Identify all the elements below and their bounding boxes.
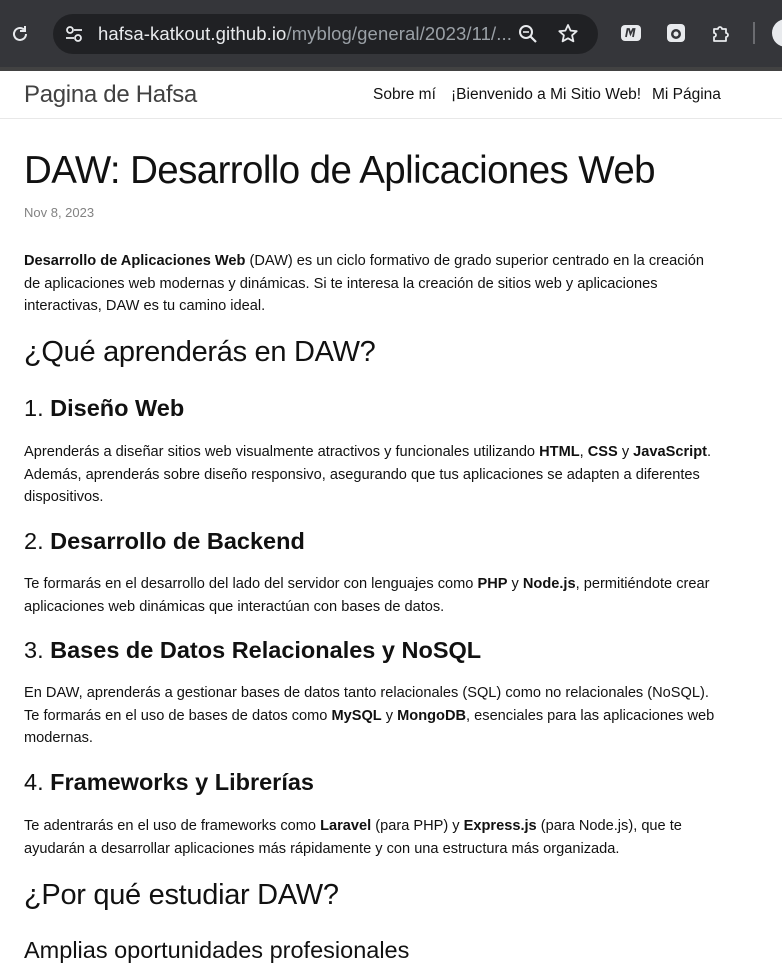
text: Te formarás en el desarrollo del lado de… — [24, 576, 478, 592]
section-number: 3. — [24, 637, 51, 663]
section-heading-2: 2. Desarrollo de Backend — [24, 528, 305, 555]
nav-link-mi-pagina[interactable]: Mi Página — [652, 86, 721, 104]
extension-camera-icon[interactable] — [664, 21, 688, 45]
post-date: Nov 8, 2023 — [24, 205, 95, 220]
nav-link-sobre-mi[interactable]: Sobre mí — [373, 86, 436, 104]
bold-expressjs: Express.js — [463, 818, 537, 834]
site-title-link[interactable]: Pagina de Hafsa — [24, 81, 197, 109]
section-title: Frameworks y Librerías — [50, 769, 314, 795]
browser-toolbar: hafsa-katkout.github.io/myblog/general/2… — [0, 0, 782, 67]
text: (para PHP) y — [371, 818, 464, 834]
bold-laravel: Laravel — [320, 818, 372, 834]
section-paragraph-4: Te adentrarás en el uso de frameworks co… — [24, 815, 724, 860]
intro-bold: Desarrollo de Aplicaciones Web — [24, 253, 246, 269]
bold-php: PHP — [477, 576, 508, 592]
section-title: Desarrollo de Backend — [50, 528, 305, 554]
bold-javascript: JavaScript — [633, 444, 707, 460]
extension-m-icon[interactable] — [619, 21, 643, 45]
extensions-puzzle-icon[interactable] — [709, 21, 733, 45]
section-heading-4: 4. Frameworks y Librerías — [24, 769, 314, 796]
bold-html: HTML — [539, 444, 580, 460]
zoom-icon[interactable] — [517, 23, 539, 45]
text: , — [579, 444, 588, 460]
toolbar-divider — [753, 22, 755, 44]
section-paragraph-1: Aprenderás a diseñar sitios web visualme… — [24, 441, 724, 509]
text: y — [381, 707, 398, 724]
bold-mongodb: MongoDB — [397, 707, 467, 724]
address-bar[interactable]: hafsa-katkout.github.io/myblog/general/2… — [53, 14, 598, 54]
heading-oportunidades: Amplias oportunidades profesionales — [24, 937, 410, 963]
section-heading-1: 1. Diseño Web — [24, 395, 184, 422]
bold-css: CSS — [587, 444, 618, 460]
bold-mysql: MySQL — [331, 707, 382, 724]
section-number: 2. — [24, 528, 51, 554]
section-title: Diseño Web — [50, 395, 185, 421]
post-title: DAW: Desarrollo de Aplicaciones Web — [24, 149, 656, 192]
text: Te adentrarás en el uso de frameworks co… — [24, 818, 321, 834]
bold-nodejs: Node.js — [522, 576, 576, 592]
intro-paragraph: Desarrollo de Aplicaciones Web (DAW) es … — [24, 250, 724, 318]
url-path: /myblog/general/2023/11/... — [286, 23, 512, 44]
heading-que-aprenderas: ¿Qué aprenderás en DAW? — [24, 336, 376, 368]
profile-avatar[interactable] — [772, 19, 782, 47]
reload-icon[interactable] — [9, 23, 31, 45]
section-title: Bases de Datos Relacionales y NoSQL — [50, 637, 482, 663]
url-host: hafsa-katkout.github.io — [98, 23, 287, 44]
bookmark-star-icon[interactable] — [556, 22, 580, 46]
nav-link-bienvenido[interactable]: ¡Bienvenido a Mi Sitio Web! — [451, 86, 641, 104]
section-paragraph-3: En DAW, aprenderás a gestionar bases de … — [24, 682, 724, 750]
section-number: 4. — [24, 769, 51, 795]
text: y — [507, 576, 523, 592]
url-text[interactable]: hafsa-katkout.github.io/myblog/general/2… — [98, 23, 512, 45]
section-heading-3: 3. Bases de Datos Relacionales y NoSQL — [24, 637, 481, 664]
section-paragraph-2: Te formarás en el desarrollo del lado de… — [24, 573, 724, 618]
site-header: Pagina de Hafsa Sobre mí ¡Bienvenido a M… — [0, 67, 782, 119]
heading-por-que-estudiar: ¿Por qué estudiar DAW? — [24, 879, 339, 911]
section-number: 1. — [24, 395, 51, 421]
text: y — [617, 444, 634, 460]
text: Aprenderás a diseñar sitios web visualme… — [24, 444, 540, 460]
site-info-icon[interactable] — [63, 23, 85, 45]
